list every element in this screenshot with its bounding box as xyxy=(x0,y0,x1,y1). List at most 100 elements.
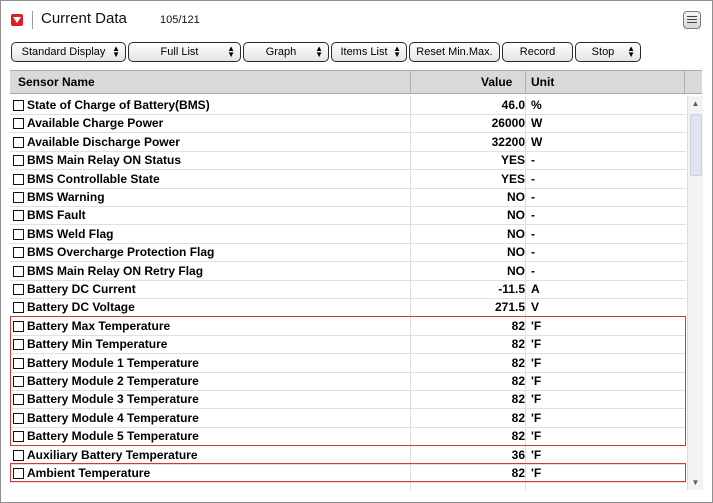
table-row[interactable]: Battery Module 4 Temperature 82 'F xyxy=(10,409,686,428)
checkbox-icon[interactable] xyxy=(13,412,24,424)
sensor-unit: - xyxy=(531,263,535,278)
table-row[interactable]: BMS Main Relay ON Retry Flag NO - xyxy=(10,262,686,281)
table-row[interactable]: BMS Warning NO - xyxy=(10,188,686,207)
table-row[interactable]: Battery Module 2 Temperature 82 'F xyxy=(10,372,686,391)
table-row[interactable]: BMS Main Relay ON Status YES - xyxy=(10,151,686,171)
column-header-value[interactable]: Value xyxy=(481,75,512,89)
sensor-value: 32200 xyxy=(491,134,525,149)
sensor-unit: 'F xyxy=(531,337,542,352)
sensor-value: YES xyxy=(500,153,525,168)
table-row[interactable]: Battery Module 3 Temperature 82 'F xyxy=(10,390,686,410)
checkbox-icon[interactable] xyxy=(13,173,24,185)
sensor-name: Available Discharge Power xyxy=(27,134,180,149)
updown-arrows-icon: ▲ ▼ xyxy=(315,44,323,59)
table-row[interactable]: Battery Max Temperature 82 'F xyxy=(10,317,686,336)
checkbox-icon[interactable] xyxy=(13,468,24,479)
record-button[interactable]: Record xyxy=(502,42,573,62)
column-header-unit[interactable]: Unit xyxy=(531,75,554,89)
checkbox-icon[interactable] xyxy=(13,449,24,461)
sensor-unit: - xyxy=(531,226,535,241)
full-list-dropdown[interactable]: Full List ▲ ▼ xyxy=(128,42,241,62)
checkbox-icon[interactable] xyxy=(13,265,24,277)
sensor-value: 36 xyxy=(511,447,525,462)
table-row[interactable]: BMS Weld Flag NO - xyxy=(10,225,686,244)
dropdown-arrow-icon[interactable] xyxy=(11,14,23,26)
sensor-unit: - xyxy=(531,153,535,168)
sensor-name: BMS Overcharge Protection Flag xyxy=(27,245,215,260)
checkbox-icon[interactable] xyxy=(13,228,24,240)
sensor-value: 82 xyxy=(511,429,525,444)
checkbox-icon[interactable] xyxy=(13,302,24,314)
current-data-window: Current Data 105/121 Standard Display ▲ ▼… xyxy=(0,0,713,503)
scrollbar-thumb[interactable] xyxy=(690,114,702,176)
table-row[interactable]: Battery Module 5 Temperature 82 'F xyxy=(10,427,686,447)
stop-label: Stop xyxy=(591,46,615,58)
sensor-value: 271.5 xyxy=(494,300,525,315)
table-row[interactable]: Auxiliary Battery Temperature 36 'F xyxy=(10,446,686,465)
sensor-name: Battery Max Temperature xyxy=(27,318,171,333)
sensor-unit: - xyxy=(531,245,535,260)
checkbox-icon[interactable] xyxy=(13,100,24,111)
title-separator xyxy=(32,11,33,29)
sensor-name: Available Charge Power xyxy=(27,116,164,131)
sensor-value: 82 xyxy=(511,374,525,388)
standard-display-dropdown[interactable]: Standard Display ▲ ▼ xyxy=(11,42,126,62)
sensor-unit: A xyxy=(531,282,540,296)
checkbox-icon[interactable] xyxy=(13,284,24,295)
table-row[interactable]: BMS Overcharge Protection Flag NO - xyxy=(10,243,686,263)
items-list-label: Items List xyxy=(340,46,388,58)
sensor-value: 82 xyxy=(511,355,525,370)
sensor-unit: W xyxy=(531,116,543,131)
items-list-dropdown[interactable]: Items List ▲ ▼ xyxy=(331,42,407,62)
table-row[interactable]: State of Charge of Battery(BMS) 46.0% xyxy=(10,96,686,115)
table-row[interactable]: Ambient Temperature 82 'F xyxy=(10,464,686,483)
stop-dropdown[interactable]: Stop ▲ ▼ xyxy=(575,42,641,62)
checkbox-icon[interactable] xyxy=(13,192,24,203)
graph-dropdown[interactable]: Graph ▲ ▼ xyxy=(243,42,329,62)
checkbox-icon[interactable] xyxy=(13,320,24,332)
checkbox-icon[interactable] xyxy=(13,431,24,443)
menu-icon[interactable] xyxy=(683,11,701,29)
checkbox-icon[interactable] xyxy=(13,357,24,369)
table-header: Sensor Name Value Unit xyxy=(10,70,702,94)
full-list-label: Full List xyxy=(160,46,199,58)
column-header-sensor-name[interactable]: Sensor Name xyxy=(18,75,95,89)
checkbox-icon[interactable] xyxy=(13,339,24,351)
scroll-up-icon[interactable]: ▲ xyxy=(690,98,701,109)
table-row[interactable]: Battery Module 1 Temperature 82 'F xyxy=(10,354,686,373)
checkbox-icon[interactable] xyxy=(13,136,24,148)
table-row[interactable]: BMS Fault NO - xyxy=(10,206,686,226)
sensor-unit: 'F xyxy=(531,318,542,333)
vertical-scrollbar[interactable]: ▲ ▼ xyxy=(687,96,703,490)
checkbox-icon[interactable] xyxy=(13,247,24,259)
table-row[interactable]: Available Charge Power 26000 W xyxy=(10,114,686,134)
checkbox-icon[interactable] xyxy=(13,118,24,130)
reset-min-max-button[interactable]: Reset Min.Max. xyxy=(409,42,500,62)
table-row[interactable]: Battery DC Current -11.5 A xyxy=(10,280,686,299)
checkbox-icon[interactable] xyxy=(13,376,24,387)
sensor-value: 82 xyxy=(511,337,525,352)
toolbar: Standard Display ▲ ▼ Full List ▲ ▼ Graph ▲… xyxy=(1,35,712,69)
graph-label: Graph xyxy=(265,46,297,58)
table-row[interactable]: Battery Min Temperature 82 'F xyxy=(10,335,686,355)
sensor-name: Auxiliary Battery Temperature xyxy=(27,447,198,462)
title-bar: Current Data 105/121 xyxy=(1,1,712,35)
sensor-name: BMS Controllable State xyxy=(27,171,160,186)
sensor-value: NO xyxy=(507,226,525,241)
window-title: Current Data xyxy=(41,10,127,27)
sensor-unit: 'F xyxy=(531,374,542,388)
sensor-name: Battery Min Temperature xyxy=(27,337,168,352)
table-row[interactable]: Available Discharge Power 32200 W xyxy=(10,133,686,152)
table-row[interactable]: Battery DC Voltage 271.5 V xyxy=(10,298,686,318)
sensor-name: BMS Fault xyxy=(27,208,86,223)
checkbox-icon[interactable] xyxy=(13,394,24,406)
column-divider xyxy=(684,71,685,93)
sensor-unit: % xyxy=(531,98,542,112)
table-row[interactable]: BMS Controllable State YES - xyxy=(10,170,686,189)
sensor-value: YES xyxy=(500,171,525,186)
checkbox-icon[interactable] xyxy=(13,155,24,167)
sensor-name: BMS Main Relay ON Status xyxy=(27,153,182,168)
scroll-down-icon[interactable]: ▼ xyxy=(690,477,701,488)
item-count: 105/121 xyxy=(160,14,200,26)
checkbox-icon[interactable] xyxy=(13,210,24,222)
